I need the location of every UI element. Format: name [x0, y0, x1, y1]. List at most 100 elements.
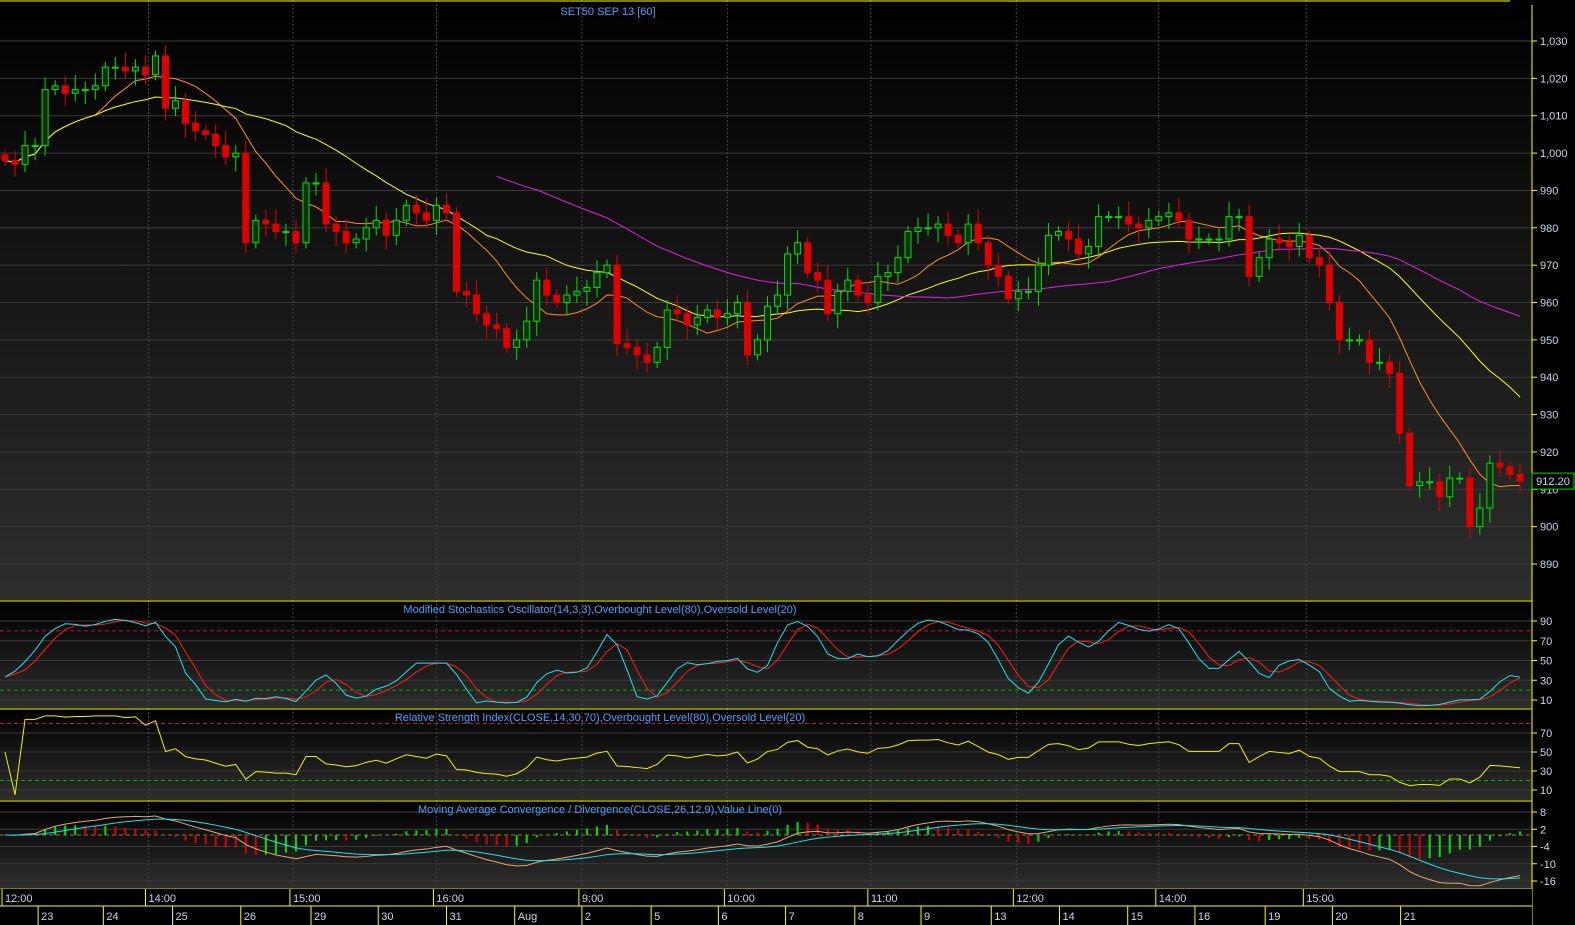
candle-up: [41, 89, 49, 147]
candle-up: [1105, 216, 1113, 219]
candle-up: [31, 145, 39, 148]
candle-up: [372, 219, 380, 229]
date-label: 5: [654, 911, 660, 923]
candle-down: [623, 343, 631, 348]
candle-down: [1245, 216, 1253, 277]
date-label: 31: [449, 911, 461, 923]
candle-up: [784, 253, 792, 296]
candle-up: [693, 316, 701, 326]
candle-up: [1165, 212, 1173, 218]
time-label: 10:00: [727, 893, 755, 905]
candle-down: [1175, 212, 1183, 221]
rsi-tick-label: 50: [1540, 747, 1552, 759]
date-label: 21: [1404, 911, 1416, 923]
candle-down: [1436, 481, 1444, 498]
candle-up: [914, 227, 922, 233]
price-chart[interactable]: 1,0301,0201,0101,00099098097096095094093…: [0, 0, 1575, 925]
candle-up: [302, 182, 310, 244]
candle-up: [1235, 216, 1243, 219]
price-tick-label: 1,010: [1540, 111, 1568, 123]
candle-up: [131, 66, 139, 72]
time-label: 15:00: [1306, 893, 1334, 905]
candle-up: [81, 89, 89, 92]
candle-up: [1456, 477, 1464, 480]
candle-down: [1075, 238, 1083, 255]
candle-up: [1155, 216, 1163, 221]
candle-down: [1366, 339, 1374, 363]
candle-up: [1014, 290, 1022, 300]
candle-up: [172, 100, 180, 109]
last-price-label: 912.20: [1536, 476, 1570, 488]
price-tick-label: 1,020: [1540, 73, 1568, 85]
candle-down: [954, 234, 962, 244]
date-label: 20: [1335, 911, 1347, 923]
candle-down: [141, 66, 149, 76]
candle-up: [1355, 339, 1363, 342]
candle-down: [1185, 219, 1193, 240]
time-label: 12:00: [1016, 893, 1044, 905]
date-label: 15: [1131, 911, 1143, 923]
candle-down: [1386, 361, 1394, 375]
candle-up: [934, 223, 942, 229]
candle-up: [91, 85, 99, 91]
candle-up: [723, 313, 731, 318]
candle-up: [101, 66, 109, 87]
candle-down: [1335, 302, 1343, 341]
candle-up: [1095, 216, 1103, 247]
candle-down: [944, 223, 952, 236]
candle-up: [1115, 216, 1123, 219]
stoch-tick-label: 90: [1540, 616, 1552, 628]
stoch-panel-background: [0, 602, 1532, 708]
candle-down: [332, 223, 340, 233]
candle-up: [21, 145, 29, 165]
candle-down: [222, 145, 230, 158]
candle-down: [1506, 466, 1514, 475]
candle-up: [533, 279, 541, 322]
candle-up: [282, 231, 290, 234]
candle-up: [432, 204, 440, 221]
price-tick-label: 950: [1540, 335, 1558, 347]
candle-down: [984, 242, 992, 266]
candle-down: [683, 313, 691, 326]
candle-down: [473, 294, 481, 315]
price-tick-label: 890: [1540, 559, 1558, 571]
candle-up: [232, 152, 240, 158]
candle-down: [452, 212, 460, 292]
candle-up: [1345, 339, 1353, 342]
date-label: 30: [381, 911, 393, 923]
time-label: 15:00: [293, 893, 321, 905]
price-tick-label: 940: [1540, 372, 1558, 384]
candle-down: [422, 212, 430, 221]
candle-down: [1285, 242, 1293, 247]
candle-down: [1305, 234, 1313, 259]
macd-tick-label: -4: [1540, 842, 1550, 854]
candle-down: [814, 272, 822, 281]
candle-down: [613, 264, 621, 345]
candle-down: [1466, 477, 1474, 528]
candle-up: [1486, 462, 1494, 509]
time-label: 14:00: [1159, 893, 1187, 905]
candle-up: [513, 339, 521, 348]
stoch-tick-label: 50: [1540, 656, 1552, 668]
candle-down: [1135, 223, 1143, 229]
candle-up: [1054, 231, 1062, 236]
candle-down: [673, 309, 681, 315]
macd-tick-label: -10: [1540, 859, 1556, 871]
macd-tick-label: 8: [1540, 807, 1546, 819]
candle-up: [593, 272, 601, 289]
candle-down: [1516, 473, 1524, 482]
candle-down: [11, 160, 19, 165]
date-label: 7: [789, 911, 795, 923]
candle-up: [834, 290, 842, 315]
date-label: Aug: [518, 911, 538, 923]
candle-up: [1085, 245, 1093, 255]
candle-down: [192, 122, 200, 132]
candle-down: [743, 302, 751, 356]
date-label: 2: [585, 911, 591, 923]
candle-up: [774, 294, 782, 307]
time-label: 14:00: [148, 893, 176, 905]
candle-up: [1195, 238, 1203, 241]
stoch-tick-label: 30: [1540, 675, 1552, 687]
time-axis-background: [0, 889, 1532, 925]
candle-up: [362, 227, 370, 240]
